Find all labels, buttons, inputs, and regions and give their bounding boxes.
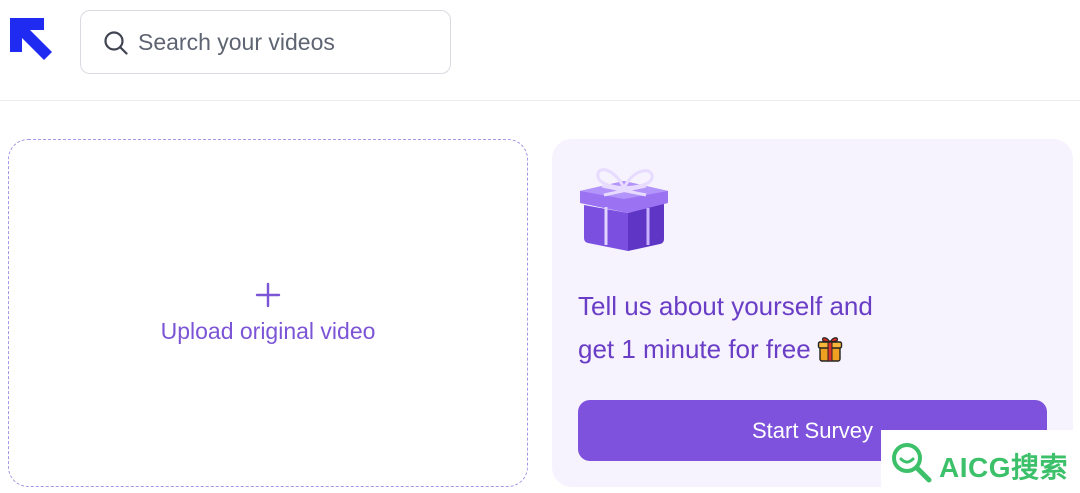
- watermark: AICG搜索: [881, 430, 1080, 493]
- gift-box-icon: [580, 168, 668, 251]
- top-bar: [0, 0, 1080, 101]
- gift-emoji-icon: [817, 337, 842, 362]
- promo-text-line-2-label: get 1 minute for free: [578, 334, 811, 364]
- search-input[interactable]: [138, 25, 438, 59]
- search-icon: [104, 31, 128, 55]
- upload-label: Upload original video: [160, 318, 376, 344]
- logo-icon[interactable]: [8, 16, 54, 62]
- promo-text-line-2: get 1 minute for free: [578, 328, 1048, 371]
- plus-icon: [255, 282, 281, 308]
- search-box[interactable]: [80, 10, 451, 74]
- promo-text-line-1: Tell us about yourself and: [578, 291, 873, 321]
- upload-dropzone[interactable]: Upload original video: [8, 139, 528, 487]
- promo-text: Tell us about yourself and get 1 minute …: [578, 285, 1048, 371]
- magnifier-logo-icon: [892, 443, 932, 483]
- watermark-text: AICG搜索: [939, 452, 1069, 483]
